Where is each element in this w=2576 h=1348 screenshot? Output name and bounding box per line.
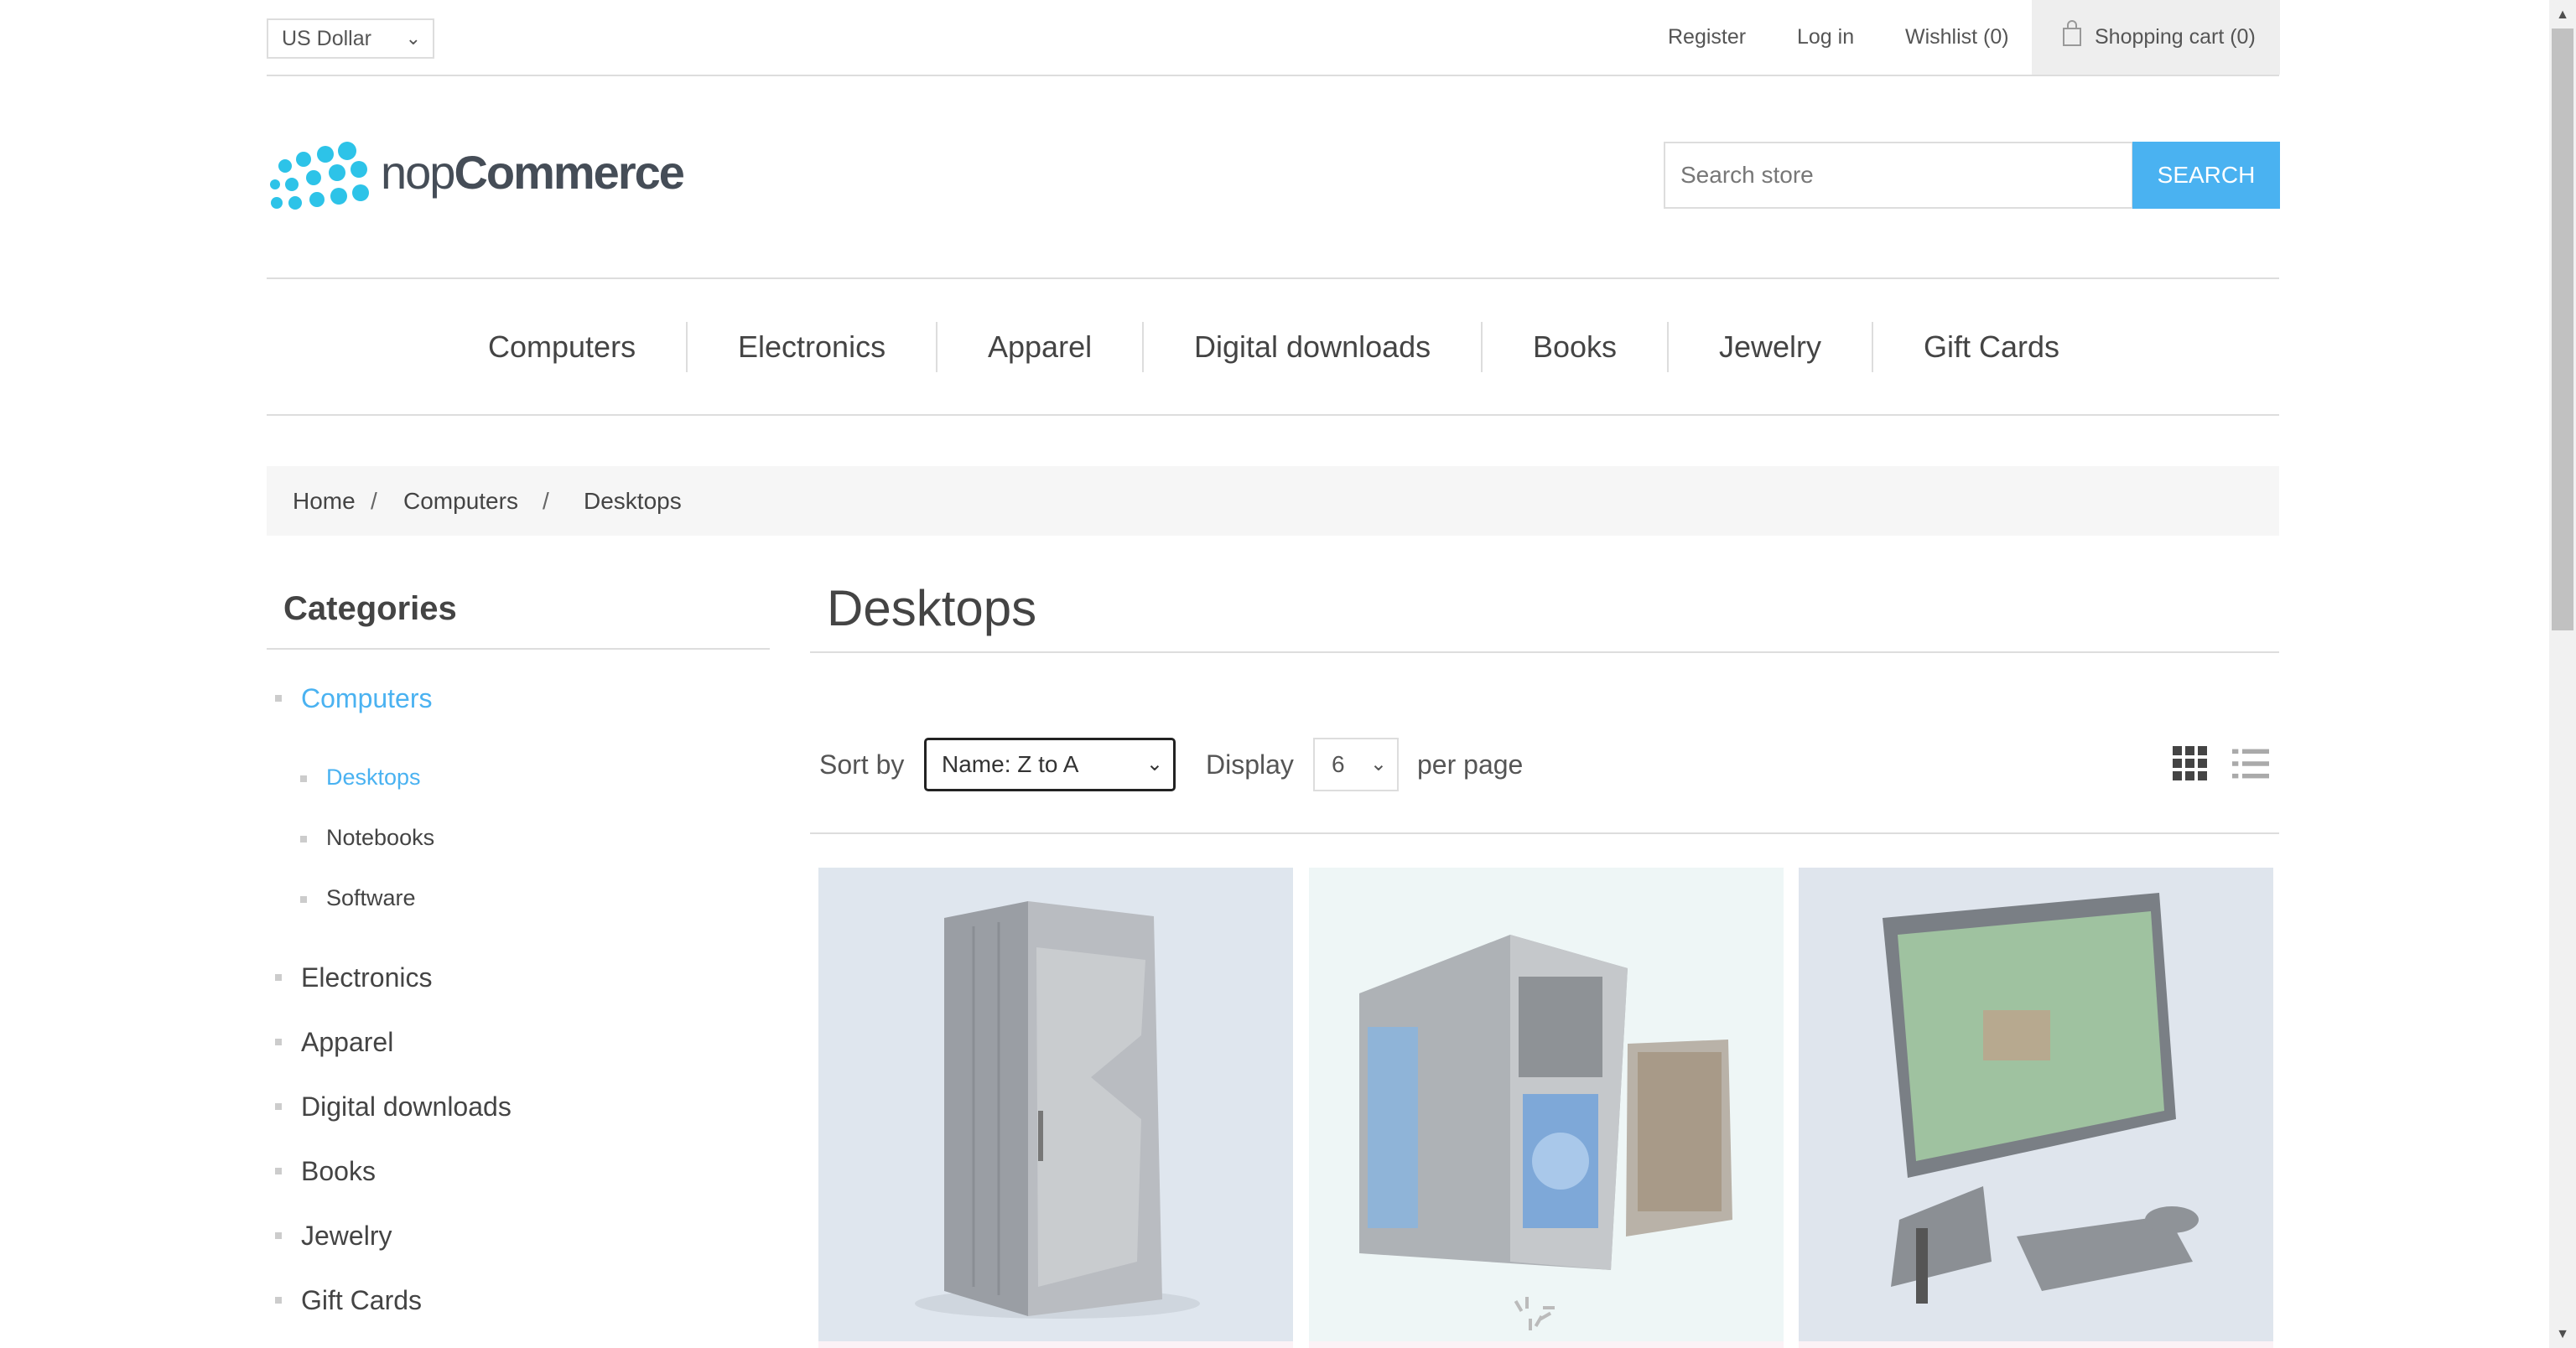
product-image-gaming-pc[interactable] xyxy=(1309,868,1784,1342)
categories-title: Categories xyxy=(283,590,457,627)
breadcrumb-separator: / xyxy=(371,488,377,514)
bullet-icon xyxy=(275,1232,282,1239)
nav-separator xyxy=(1481,322,1483,372)
bullet-icon xyxy=(300,836,307,842)
bullet-icon xyxy=(275,1168,282,1174)
sidebar-item-gift-cards[interactable]: Gift Cards xyxy=(301,1281,422,1319)
nav-item-computers[interactable]: Computers xyxy=(488,324,636,371)
chevron-down-icon: ⌄ xyxy=(405,28,421,49)
bullet-icon xyxy=(275,1103,282,1110)
chevron-down-icon: ⌄ xyxy=(1369,753,1387,775)
sidebar-item-jewelry[interactable]: Jewelry xyxy=(301,1216,392,1255)
nav-separator xyxy=(686,322,688,372)
bullet-icon xyxy=(275,1039,282,1045)
nav-item-gift-cards[interactable]: Gift Cards xyxy=(1924,324,2059,371)
list-icon[interactable] xyxy=(2232,744,2269,783)
breadcrumb-computers[interactable]: Computers xyxy=(403,485,518,518)
product-image-server-tower[interactable] xyxy=(818,868,1293,1342)
page-size-value: 6 xyxy=(1332,751,1345,777)
logo-text-bold: Commerce xyxy=(454,146,684,199)
categories-divider xyxy=(267,648,770,650)
register-link[interactable]: Register xyxy=(1668,22,1746,52)
page-size-select[interactable]: 6 ⌄ xyxy=(1313,738,1399,791)
sidebar-item-notebooks[interactable]: Notebooks xyxy=(326,821,434,854)
product-card-footer xyxy=(1309,1341,1784,1348)
server-tower-image xyxy=(915,901,1200,1319)
nav-separator xyxy=(1142,322,1144,372)
product-card-footer xyxy=(818,1341,1293,1348)
shopping-cart-label[interactable]: Shopping cart (0) xyxy=(2095,22,2256,52)
nav-item-apparel[interactable]: Apparel xyxy=(988,324,1092,371)
bullet-icon xyxy=(275,1297,282,1304)
header-divider xyxy=(267,75,2279,76)
product-card-footer xyxy=(1799,1341,2273,1348)
all-in-one-image xyxy=(1883,893,2199,1304)
product-image-all-in-one[interactable] xyxy=(1799,868,2273,1342)
nav-item-jewelry[interactable]: Jewelry xyxy=(1719,324,1821,371)
login-link[interactable]: Log in xyxy=(1797,22,1854,52)
chevron-down-icon: ⌄ xyxy=(1145,753,1163,775)
nav-item-digital-downloads[interactable]: Digital downloads xyxy=(1194,324,1431,371)
page-title: Desktops xyxy=(827,580,1037,636)
breadcrumb-separator: / xyxy=(543,488,549,514)
sort-by-value: Name: Z to A xyxy=(942,751,1079,777)
per-page-label: per page xyxy=(1417,749,1524,780)
currency-select[interactable]: US Dollar ⌄ xyxy=(267,18,434,59)
nopcommerce-logo[interactable]: nopCommerce xyxy=(381,139,685,206)
bullet-icon xyxy=(300,896,307,903)
scroll-down-arrow-icon[interactable]: ▼ xyxy=(2554,1326,2571,1343)
display-label: Display xyxy=(1206,749,1294,780)
grid-icon[interactable] xyxy=(2172,744,2209,783)
shopping-bag-icon xyxy=(2063,20,2081,46)
sidebar-item-software[interactable]: Software xyxy=(326,881,416,915)
nav-top-divider xyxy=(267,277,2279,279)
currency-value: US Dollar xyxy=(282,27,371,50)
sort-by-select[interactable]: Name: Z to A ⌄ xyxy=(924,738,1176,791)
scrollbar-thumb[interactable] xyxy=(2552,29,2573,630)
sort-by-label: Sort by xyxy=(819,749,905,780)
nav-separator xyxy=(1872,322,1873,372)
sidebar-item-electronics[interactable]: Electronics xyxy=(301,958,433,997)
gaming-pc-image xyxy=(1359,935,1732,1330)
nav-separator xyxy=(936,322,937,372)
title-divider xyxy=(810,651,2279,653)
bullet-icon xyxy=(300,775,307,782)
nav-separator xyxy=(1667,322,1669,372)
search-input[interactable]: Search store xyxy=(1664,142,2133,209)
sidebar-item-computers[interactable]: Computers xyxy=(301,679,433,718)
toolbar-divider xyxy=(810,832,2279,834)
nav-item-books[interactable]: Books xyxy=(1533,324,1617,371)
bullet-icon xyxy=(275,695,282,702)
page: US Dollar ⌄ Register Log in Wishlist (0)… xyxy=(0,0,2549,1348)
breadcrumb xyxy=(267,466,2279,536)
sidebar-item-desktops[interactable]: Desktops xyxy=(326,760,421,794)
logo-text-light: nop xyxy=(381,146,455,199)
breadcrumb-current: Desktops xyxy=(584,488,682,514)
bullet-icon xyxy=(275,974,282,981)
sidebar-item-books[interactable]: Books xyxy=(301,1152,376,1190)
sidebar-item-apparel[interactable]: Apparel xyxy=(301,1023,393,1061)
nav-item-electronics[interactable]: Electronics xyxy=(738,324,886,371)
nav-bottom-divider xyxy=(267,414,2279,416)
breadcrumb-home[interactable]: Home xyxy=(293,485,356,518)
sidebar-item-digital-downloads[interactable]: Digital downloads xyxy=(301,1087,512,1126)
scroll-up-arrow-icon[interactable]: ▲ xyxy=(2554,7,2571,23)
search-button[interactable]: SEARCH xyxy=(2132,142,2280,209)
wishlist-link[interactable]: Wishlist (0) xyxy=(1905,22,2009,52)
nopcommerce-logo-icon xyxy=(270,142,369,210)
